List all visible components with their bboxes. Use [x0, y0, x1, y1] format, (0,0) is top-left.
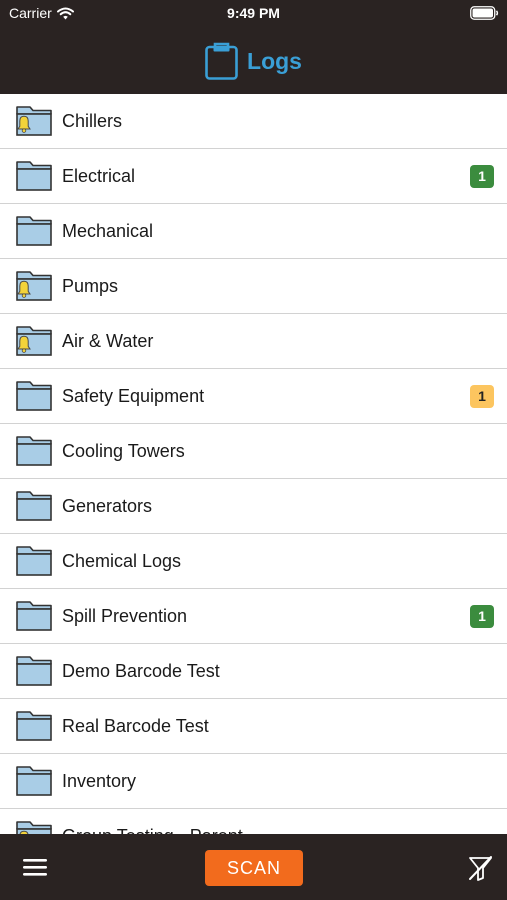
folder-icon — [16, 326, 52, 356]
log-row-label: Mechanical — [62, 221, 154, 241]
log-row[interactable]: Inventory — [0, 754, 507, 809]
battery-icon — [470, 6, 499, 20]
log-row[interactable]: Spill Prevention 1 — [0, 589, 507, 644]
log-row-label: Cooling Towers — [62, 441, 185, 461]
folder-icon — [16, 601, 52, 631]
count-badge: 1 — [470, 165, 494, 188]
scan-button[interactable]: SCAN — [205, 850, 303, 886]
log-row[interactable]: Chillers — [0, 94, 507, 149]
hamburger-menu-icon[interactable] — [23, 858, 48, 882]
log-row-label: Generators — [62, 496, 153, 516]
log-row-label: Air & Water — [62, 331, 154, 351]
log-row-label: Spill Prevention — [62, 606, 188, 626]
status-time: 9:49 PM — [227, 5, 280, 21]
folder-icon — [16, 656, 52, 686]
folder-icon — [16, 491, 52, 521]
log-row[interactable]: Electrical 1 — [0, 149, 507, 204]
log-row[interactable]: Group Testing - Parent — [0, 809, 507, 834]
count-badge: 1 — [470, 385, 494, 408]
bottom-toolbar: SCAN — [0, 834, 507, 900]
folder-icon — [16, 766, 52, 796]
log-row-label: Safety Equipment — [62, 386, 205, 406]
folder-icon — [16, 821, 52, 834]
log-row-label: Electrical — [62, 166, 136, 186]
log-row-label: Demo Barcode Test — [62, 661, 220, 681]
folder-icon — [16, 381, 52, 411]
folder-icon — [16, 271, 52, 301]
log-row[interactable]: Chemical Logs — [0, 534, 507, 589]
log-row[interactable]: Generators — [0, 479, 507, 534]
log-row-label: Group Testing - Parent — [62, 826, 243, 834]
filter-off-icon[interactable] — [467, 855, 494, 887]
log-row[interactable]: Cooling Towers — [0, 424, 507, 479]
log-row[interactable]: Real Barcode Test — [0, 699, 507, 754]
folder-icon — [16, 161, 52, 191]
clipboard-icon — [205, 42, 238, 80]
log-row[interactable]: Pumps — [0, 259, 507, 314]
log-row-label: Real Barcode Test — [62, 716, 209, 736]
folder-icon — [16, 546, 52, 576]
log-row[interactable]: Demo Barcode Test — [0, 644, 507, 699]
log-row-label: Chillers — [62, 111, 123, 131]
folder-icon — [16, 436, 52, 466]
log-row[interactable]: Air & Water — [0, 314, 507, 369]
folder-icon — [16, 711, 52, 741]
log-row-label: Chemical Logs — [62, 551, 182, 571]
folder-icon — [16, 216, 52, 246]
log-row[interactable]: Mechanical — [0, 204, 507, 259]
status-bar: Carrier 9:49 PM — [0, 0, 507, 28]
page-title: Logs — [247, 47, 302, 74]
log-row[interactable]: Safety Equipment 1 — [0, 369, 507, 424]
log-row-label: Inventory — [62, 771, 137, 791]
navigation-bar: Logs — [0, 28, 507, 94]
logs-list: Chillers Electrical 1 Mechanical Pumps Air & … — [0, 94, 507, 834]
log-row-label: Pumps — [62, 276, 119, 296]
folder-icon — [16, 106, 52, 136]
count-badge: 1 — [470, 605, 494, 628]
